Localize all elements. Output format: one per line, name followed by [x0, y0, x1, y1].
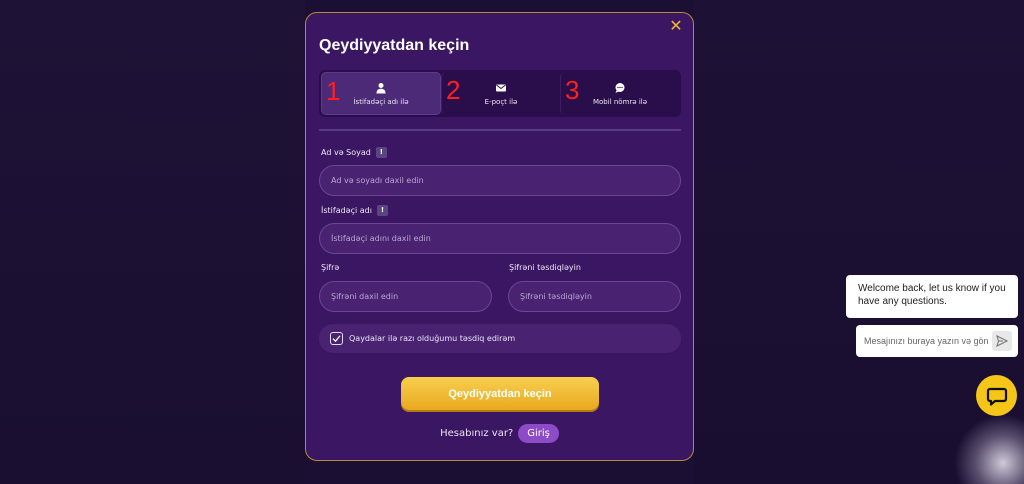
password-input[interactable]: Şifrəni daxil edin — [319, 281, 492, 312]
chat-welcome-bubble: Welcome back, let us know if you have an… — [846, 275, 1018, 318]
tab-mobile[interactable]: 3 Mobil nömrə ilə — [560, 72, 679, 115]
username-label-text: İstifadəçi adı — [321, 206, 372, 215]
check-icon — [332, 335, 341, 343]
tabs-divider — [319, 129, 681, 131]
background-right — [694, 0, 1024, 484]
agree-text: Qaydalar ilə razı olduğumu təsdiq edirəm — [349, 334, 516, 343]
tab-number: 2 — [446, 75, 461, 105]
tab-number: 3 — [565, 75, 580, 105]
confirm-password-input[interactable]: Şifrəni təsdiqləyin — [508, 281, 681, 312]
tab-label: İstifadəçi adı ilə — [353, 97, 409, 106]
registration-modal: ✕ Qeydiyyatdan keçin 1 İstifadəçi adı il… — [305, 12, 694, 461]
login-row: Hesabınız var? Giriş — [306, 421, 693, 445]
chat-input-placeholder[interactable]: Mesajınızı buraya yazın və gön — [864, 336, 992, 346]
username-label: İstifadəçi adı ! — [321, 205, 388, 216]
tab-number: 1 — [326, 76, 341, 106]
confirm-password-label: Şifrəni təsdiqləyin — [509, 263, 581, 272]
agree-row: Qaydalar ilə razı olduğumu təsdiq edirəm — [319, 324, 681, 353]
tab-label: E-poçt ilə — [484, 97, 518, 106]
user-icon — [376, 82, 386, 93]
register-button[interactable]: Qeydiyyatdan keçin — [401, 377, 599, 410]
login-button[interactable]: Giriş — [518, 423, 559, 443]
tab-username[interactable]: 1 İstifadəçi adı ilə — [321, 72, 441, 115]
registration-tabs: 1 İstifadəçi adı ilə 2 E-poçt ilə 3 Mobi… — [319, 70, 681, 117]
fullname-input[interactable]: Ad və soyadı daxil edin — [319, 165, 681, 196]
login-question: Hesabınız var? — [440, 427, 514, 439]
background-glow — [954, 414, 1024, 484]
password-label: Şifrə — [321, 263, 340, 272]
close-icon[interactable]: ✕ — [667, 17, 685, 35]
info-icon[interactable]: ! — [375, 147, 387, 158]
fullname-label: Ad və Soyad ! — [321, 147, 387, 158]
tab-email[interactable]: 2 E-poçt ilə — [441, 72, 560, 115]
chat-bubble-icon — [986, 387, 1007, 406]
chat-launcher-button[interactable] — [976, 375, 1017, 416]
envelope-icon — [496, 84, 506, 91]
modal-title: Qeydiyyatdan keçin — [319, 37, 470, 54]
send-button[interactable] — [992, 331, 1012, 351]
tab-label: Mobil nömrə ilə — [592, 97, 648, 106]
username-input[interactable]: İstifadəçi adını daxil edin — [319, 223, 681, 254]
chat-message-input[interactable]: Mesajınızı buraya yazın və gön — [856, 325, 1018, 357]
send-icon — [996, 335, 1008, 347]
fullname-label-text: Ad və Soyad — [321, 148, 371, 157]
agree-checkbox[interactable] — [330, 332, 343, 345]
background-left — [0, 0, 305, 484]
info-icon[interactable]: ! — [376, 205, 388, 216]
chat-icon — [615, 82, 625, 93]
